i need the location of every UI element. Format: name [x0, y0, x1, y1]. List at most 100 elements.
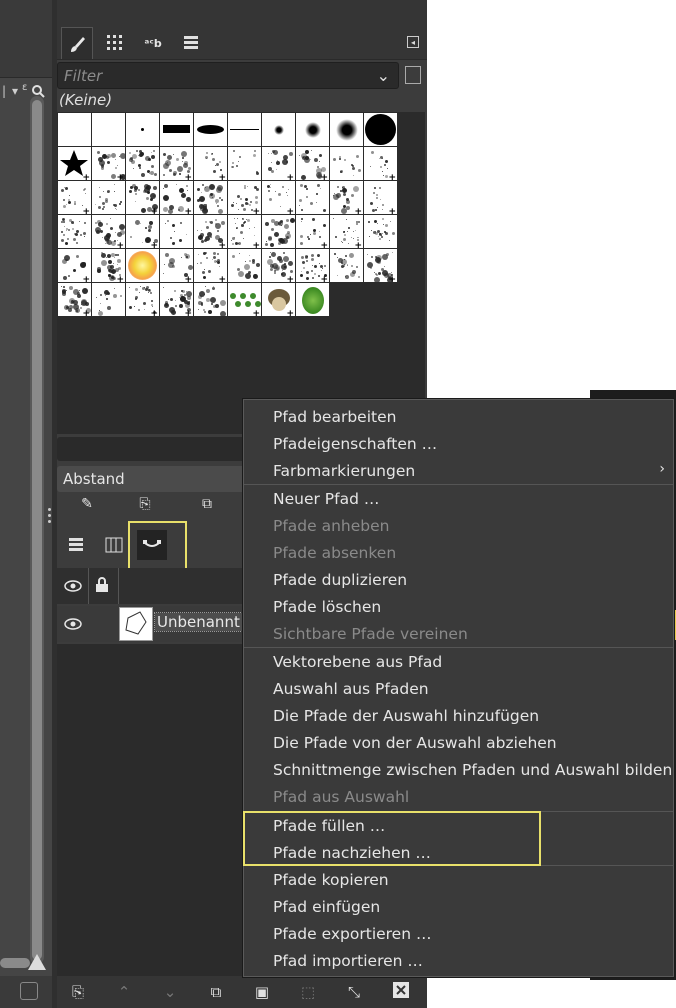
brush-thumbnail[interactable]: [296, 181, 329, 214]
brush-thumbnail[interactable]: [194, 181, 227, 214]
brush-thumbnail[interactable]: [58, 113, 91, 146]
brush-thumbnail[interactable]: +: [228, 215, 261, 248]
new-path-icon[interactable]: ⎘: [67, 982, 89, 1002]
brush-thumbnail[interactable]: +: [160, 283, 193, 316]
paths-list-body[interactable]: [57, 644, 247, 976]
menu-item[interactable]: Pfade kopieren: [273, 867, 389, 894]
duplicate-brush-icon[interactable]: ⧉: [197, 494, 217, 514]
brush-thumbnail[interactable]: +: [194, 249, 227, 282]
brush-thumbnail[interactable]: +: [58, 181, 91, 214]
menu-item[interactable]: Pfad bearbeiten: [273, 404, 396, 431]
brush-thumbnail[interactable]: +: [296, 249, 329, 282]
menu-item[interactable]: Schnittmenge zwischen Pfaden und Auswahl…: [273, 757, 672, 784]
brush-thumbnail[interactable]: [364, 215, 397, 248]
drag-handle-icon[interactable]: [48, 508, 52, 524]
brush-thumbnail[interactable]: +: [262, 147, 295, 180]
brush-filter[interactable]: ⌄: [57, 62, 399, 89]
brush-thumbnail[interactable]: [228, 147, 261, 180]
brush-thumbnail[interactable]: [228, 113, 261, 146]
menu-item[interactable]: Pfadeigenschaften …: [273, 431, 437, 458]
brush-thumbnail[interactable]: +: [364, 181, 397, 214]
scrollbar-thumb[interactable]: [32, 100, 42, 960]
brush-thumbnail[interactable]: +: [126, 181, 159, 214]
brush-thumbnail[interactable]: [126, 249, 159, 282]
brush-thumbnail[interactable]: +: [228, 283, 261, 316]
brush-scrollbar[interactable]: [399, 112, 425, 434]
brush-thumbnail[interactable]: +: [228, 181, 261, 214]
menu-item[interactable]: Sichtbare Pfade vereinen: [273, 621, 468, 648]
menu-item[interactable]: Pfade anheben: [273, 513, 390, 540]
brush-thumbnail[interactable]: [296, 283, 329, 316]
menu-item[interactable]: Pfad einfügen: [273, 894, 380, 921]
brush-thumbnail[interactable]: [330, 249, 363, 282]
brush-thumbnail[interactable]: [92, 113, 125, 146]
brush-thumbnail[interactable]: +: [58, 147, 91, 180]
menu-item[interactable]: Pfade exportieren …: [273, 921, 431, 948]
tab-patterns[interactable]: [99, 27, 131, 59]
spacing-label[interactable]: Abstand: [57, 466, 247, 492]
menu-item[interactable]: Die Pfade der Auswahl hinzufügen: [273, 703, 539, 730]
menu-item[interactable]: Pfad importieren …: [273, 948, 423, 975]
brush-thumbnail[interactable]: [364, 113, 397, 146]
brush-thumbnail[interactable]: +: [160, 147, 193, 180]
brush-thumbnail[interactable]: [58, 215, 91, 248]
menu-item[interactable]: Vektorebene aus Pfad: [273, 649, 442, 676]
brush-thumbnail[interactable]: +: [262, 249, 295, 282]
menu-item[interactable]: Pfade absenken: [273, 540, 396, 567]
menu-item[interactable]: Pfad aus Auswahl: [273, 784, 409, 811]
duplicate-path-icon[interactable]: ⧉: [205, 982, 227, 1002]
brush-thumbnail[interactable]: +: [92, 147, 125, 180]
brush-thumbnail[interactable]: +: [160, 181, 193, 214]
brush-thumbnail[interactable]: [262, 215, 295, 248]
brush-thumbnail[interactable]: +: [262, 181, 295, 214]
brush-thumbnail[interactable]: [228, 249, 261, 282]
lock-icon[interactable]: [95, 577, 109, 593]
filter-input[interactable]: [64, 65, 364, 87]
brush-thumbnail[interactable]: [126, 113, 159, 146]
brush-thumbnail[interactable]: +: [194, 215, 227, 248]
tag-filter-icon[interactable]: [405, 66, 421, 84]
brush-thumbnail[interactable]: [194, 113, 227, 146]
tab-document-history[interactable]: [175, 27, 207, 59]
brush-thumbnail[interactable]: [160, 113, 193, 146]
brush-thumbnail[interactable]: +: [58, 249, 91, 282]
brush-thumbnail[interactable]: [296, 113, 329, 146]
brush-thumbnail[interactable]: +: [92, 249, 125, 282]
eye-icon[interactable]: [64, 580, 82, 592]
brush-thumbnail[interactable]: [330, 113, 363, 146]
brush-thumbnail[interactable]: +: [262, 283, 295, 316]
brush-thumbnail[interactable]: +: [330, 181, 363, 214]
delete-path-icon[interactable]: [390, 982, 412, 1002]
brush-thumbnail[interactable]: [262, 113, 295, 146]
brush-thumbnail[interactable]: +: [126, 215, 159, 248]
chevron-down-icon[interactable]: ▾: [12, 84, 18, 98]
tab-menu-icon[interactable]: ◂: [407, 36, 419, 48]
menu-item[interactable]: Farbmarkierungen: [273, 458, 415, 485]
stroke-path-icon[interactable]: ⤡: [343, 982, 365, 1002]
brush-thumbnail[interactable]: +: [364, 147, 397, 180]
brush-thumbnail[interactable]: [194, 283, 227, 316]
brush-thumbnail[interactable]: +: [194, 147, 227, 180]
tab-layers[interactable]: [61, 530, 91, 560]
brush-thumbnail[interactable]: [92, 283, 125, 316]
tab-brushes[interactable]: [61, 27, 93, 59]
menu-item[interactable]: Neuer Pfad …: [273, 486, 379, 513]
new-brush-icon[interactable]: ⎘: [135, 494, 155, 514]
menu-item[interactable]: Die Pfade von der Auswahl abziehen: [273, 730, 557, 757]
tab-fonts[interactable]: ᵃᶜb: [137, 27, 169, 59]
selection-to-path-icon[interactable]: ⬚: [297, 982, 319, 1002]
horizontal-scrollbar[interactable]: [0, 958, 30, 968]
brush-thumbnail[interactable]: [160, 215, 193, 248]
brush-thumbnail[interactable]: +: [296, 215, 329, 248]
path-name[interactable]: Unbenannt: [154, 612, 243, 632]
eye-icon[interactable]: [64, 618, 82, 630]
brush-thumbnail[interactable]: +: [160, 249, 193, 282]
navigate-icon[interactable]: [20, 982, 38, 1000]
path-to-selection-icon[interactable]: ▣: [251, 982, 273, 1002]
path-row[interactable]: Unbenannt: [57, 606, 247, 642]
brush-thumbnail[interactable]: +: [58, 283, 91, 316]
brush-thumbnail[interactable]: [126, 147, 159, 180]
brush-thumbnail[interactable]: [92, 181, 125, 214]
brush-thumbnail[interactable]: +: [330, 215, 363, 248]
menu-item[interactable]: Pfade duplizieren: [273, 567, 407, 594]
